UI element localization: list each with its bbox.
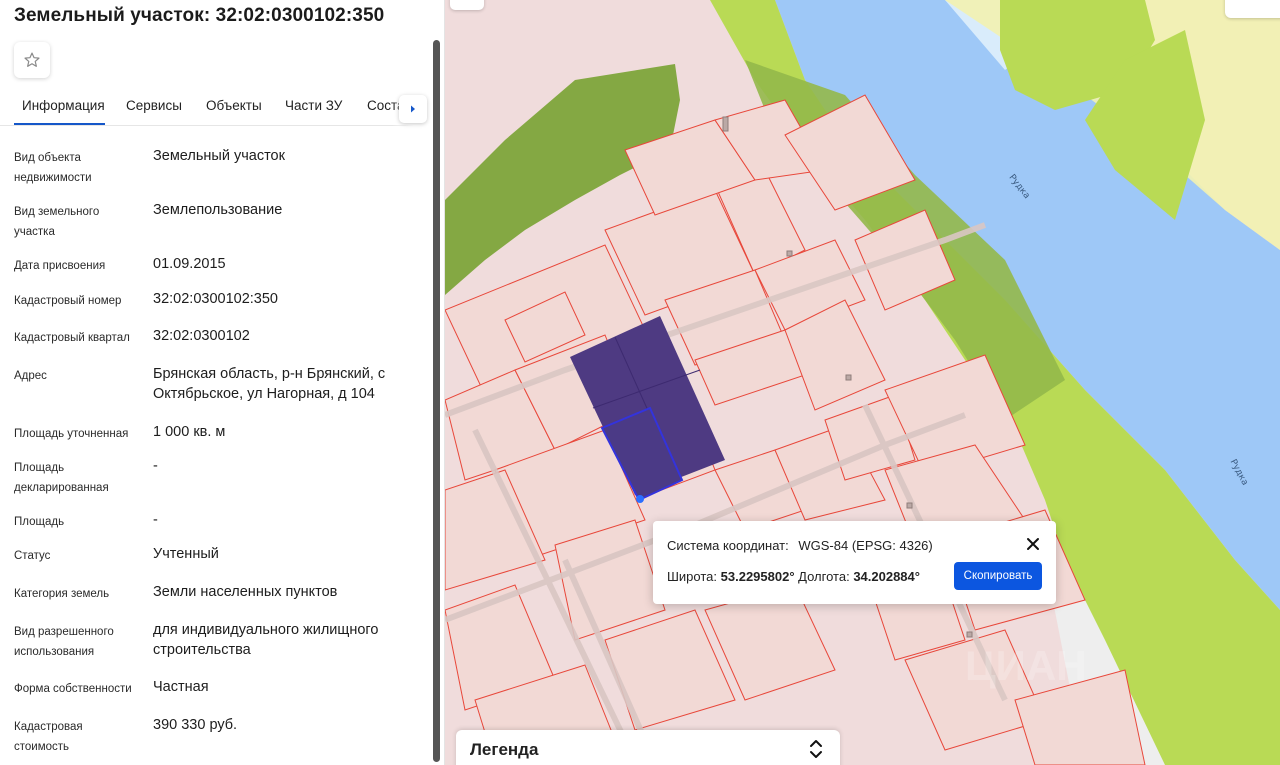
property-label: Площадь декларированная xyxy=(14,462,109,494)
property-value: для индивидуального жилищного строительс… xyxy=(153,622,379,658)
property-value: 32:02:0300102 xyxy=(153,328,250,344)
longitude-value: 34.202884° xyxy=(853,569,920,584)
tab-parts[interactable]: Части ЗУ xyxy=(285,98,342,113)
star-icon xyxy=(24,52,40,67)
tabs-scroll-right-button[interactable] xyxy=(399,95,427,123)
property-value: Земельный участок xyxy=(153,148,285,164)
crs-value: WGS-84 (EPSG: 4326) xyxy=(798,538,933,553)
tab-info[interactable]: Информация xyxy=(22,98,105,113)
property-value: - xyxy=(153,458,158,474)
copy-button[interactable]: Скопировать xyxy=(954,562,1042,590)
coordinates-popup: Система координат: WGS-84 (EPSG: 4326) Ш… xyxy=(653,521,1056,604)
legend-title: Легенда xyxy=(470,740,539,759)
property-value: Брянская область, р-н Брянский, с Октябр… xyxy=(153,366,386,402)
property-value: Землепользование xyxy=(153,202,283,218)
crs-label: Система координат: xyxy=(667,538,789,553)
property-label: Площадь xyxy=(14,516,65,528)
property-label: Кадастровая стоимость xyxy=(14,721,83,753)
property-value: Частная xyxy=(153,679,209,695)
expand-collapse-icon[interactable] xyxy=(807,738,825,760)
latitude-value: 53.2295802° xyxy=(720,569,795,584)
property-label: Категория земель xyxy=(14,588,110,600)
property-label: Кадастровый квартал xyxy=(14,332,130,344)
property-label: Площадь уточненная xyxy=(14,428,129,440)
caret-right-icon xyxy=(411,105,415,113)
property-label: Вид объекта недвижимости xyxy=(14,152,92,184)
property-value: Учтенный xyxy=(153,546,219,562)
info-panel: Земельный участок: 32:02:0300102:350 Инф… xyxy=(0,0,445,765)
property-value: 390 330 руб. xyxy=(153,717,238,733)
tab-bar: Информация Сервисы Объекты Части ЗУ Сост… xyxy=(0,92,432,126)
panel-scrollbar[interactable] xyxy=(433,40,440,762)
property-label: Адрес xyxy=(14,370,47,382)
property-label: Вид разрешенного использования xyxy=(14,626,114,658)
property-value: 1 000 кв. м xyxy=(153,424,226,440)
latitude-label: Широта: xyxy=(667,569,718,584)
property-label: Статус xyxy=(14,550,51,562)
close-icon[interactable] xyxy=(1025,536,1041,552)
watermark: ЦИАН xyxy=(965,642,1087,689)
property-label: Кадастровый номер xyxy=(14,295,122,307)
property-value: - xyxy=(153,512,158,528)
property-label: Форма собственности xyxy=(14,683,132,695)
tab-services[interactable]: Сервисы xyxy=(126,98,182,113)
legend-panel[interactable]: Легенда xyxy=(456,730,840,765)
page-title: Земельный участок: 32:02:0300102:350 xyxy=(14,5,385,26)
longitude-label: Долгота: xyxy=(798,569,850,584)
tab-objects[interactable]: Объекты xyxy=(206,98,262,113)
map-canvas[interactable]: Рудка Рудка ЦИАН xyxy=(445,0,1280,765)
map-control[interactable] xyxy=(1225,0,1280,18)
property-label: Вид земельного участка xyxy=(14,206,100,238)
favorite-button[interactable] xyxy=(14,42,50,78)
property-label: Дата присвоения xyxy=(14,260,106,272)
property-value: 01.09.2015 xyxy=(153,256,226,272)
property-value: Земли населенных пунктов xyxy=(153,584,338,600)
active-tab-indicator xyxy=(14,123,105,125)
map-control[interactable] xyxy=(450,0,484,10)
property-value: 32:02:0300102:350 xyxy=(153,291,278,307)
cadastral-map[interactable]: Рудка Рудка ЦИАН xyxy=(445,0,1280,765)
